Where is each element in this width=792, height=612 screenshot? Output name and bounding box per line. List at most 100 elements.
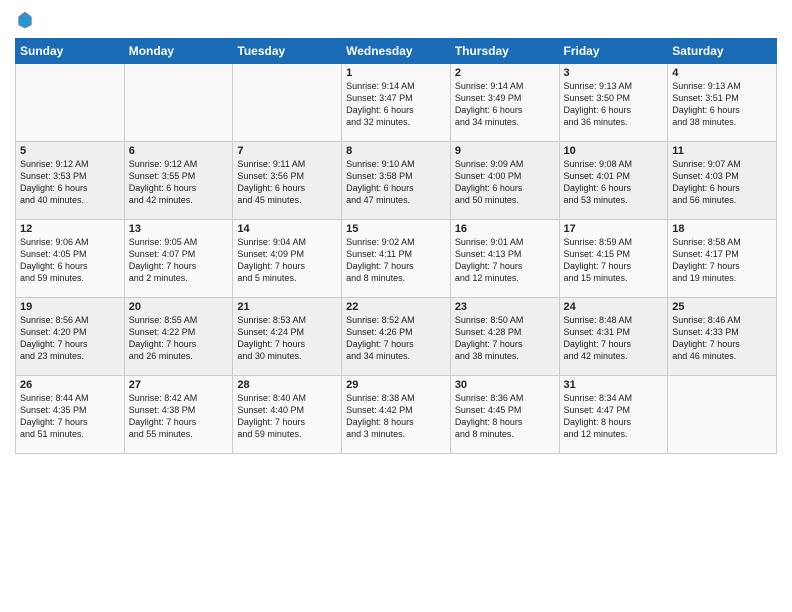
calendar-cell: 21Sunrise: 8:53 AM Sunset: 4:24 PM Dayli… [233, 298, 342, 376]
cell-content: Sunrise: 8:46 AM Sunset: 4:33 PM Dayligh… [672, 314, 772, 363]
calendar-cell: 3Sunrise: 9:13 AM Sunset: 3:50 PM Daylig… [559, 64, 668, 142]
day-header-saturday: Saturday [668, 39, 777, 64]
day-number: 18 [672, 223, 772, 235]
cell-content: Sunrise: 8:58 AM Sunset: 4:17 PM Dayligh… [672, 236, 772, 285]
calendar-cell: 15Sunrise: 9:02 AM Sunset: 4:11 PM Dayli… [342, 220, 451, 298]
day-header-tuesday: Tuesday [233, 39, 342, 64]
cell-content: Sunrise: 8:42 AM Sunset: 4:38 PM Dayligh… [129, 392, 229, 441]
calendar-cell: 13Sunrise: 9:05 AM Sunset: 4:07 PM Dayli… [124, 220, 233, 298]
day-number: 25 [672, 301, 772, 313]
day-number: 8 [346, 145, 446, 157]
day-header-thursday: Thursday [450, 39, 559, 64]
day-number: 30 [455, 379, 555, 391]
cell-content: Sunrise: 8:34 AM Sunset: 4:47 PM Dayligh… [564, 392, 664, 441]
cell-content: Sunrise: 9:01 AM Sunset: 4:13 PM Dayligh… [455, 236, 555, 285]
calendar-cell: 11Sunrise: 9:07 AM Sunset: 4:03 PM Dayli… [668, 142, 777, 220]
cell-content: Sunrise: 9:08 AM Sunset: 4:01 PM Dayligh… [564, 158, 664, 207]
day-number: 5 [20, 145, 120, 157]
cell-content: Sunrise: 8:44 AM Sunset: 4:35 PM Dayligh… [20, 392, 120, 441]
day-number: 24 [564, 301, 664, 313]
calendar-cell: 18Sunrise: 8:58 AM Sunset: 4:17 PM Dayli… [668, 220, 777, 298]
day-number: 9 [455, 145, 555, 157]
day-number: 12 [20, 223, 120, 235]
day-number: 17 [564, 223, 664, 235]
day-header-monday: Monday [124, 39, 233, 64]
day-number: 23 [455, 301, 555, 313]
logo [15, 10, 39, 30]
cell-content: Sunrise: 9:14 AM Sunset: 3:49 PM Dayligh… [455, 80, 555, 129]
day-number: 7 [237, 145, 337, 157]
cell-content: Sunrise: 9:05 AM Sunset: 4:07 PM Dayligh… [129, 236, 229, 285]
header-row: SundayMondayTuesdayWednesdayThursdayFrid… [16, 39, 777, 64]
header [15, 10, 777, 30]
cell-content: Sunrise: 8:56 AM Sunset: 4:20 PM Dayligh… [20, 314, 120, 363]
calendar-cell: 5Sunrise: 9:12 AM Sunset: 3:53 PM Daylig… [16, 142, 125, 220]
day-number: 22 [346, 301, 446, 313]
day-header-friday: Friday [559, 39, 668, 64]
cell-content: Sunrise: 9:13 AM Sunset: 3:50 PM Dayligh… [564, 80, 664, 129]
calendar-cell [16, 64, 125, 142]
calendar-cell: 30Sunrise: 8:36 AM Sunset: 4:45 PM Dayli… [450, 376, 559, 454]
calendar-cell: 9Sunrise: 9:09 AM Sunset: 4:00 PM Daylig… [450, 142, 559, 220]
cell-content: Sunrise: 8:55 AM Sunset: 4:22 PM Dayligh… [129, 314, 229, 363]
week-row-4: 19Sunrise: 8:56 AM Sunset: 4:20 PM Dayli… [16, 298, 777, 376]
calendar-cell: 28Sunrise: 8:40 AM Sunset: 4:40 PM Dayli… [233, 376, 342, 454]
calendar-cell: 27Sunrise: 8:42 AM Sunset: 4:38 PM Dayli… [124, 376, 233, 454]
cell-content: Sunrise: 9:14 AM Sunset: 3:47 PM Dayligh… [346, 80, 446, 129]
day-number: 31 [564, 379, 664, 391]
cell-content: Sunrise: 9:12 AM Sunset: 3:53 PM Dayligh… [20, 158, 120, 207]
cell-content: Sunrise: 8:40 AM Sunset: 4:40 PM Dayligh… [237, 392, 337, 441]
cell-content: Sunrise: 9:04 AM Sunset: 4:09 PM Dayligh… [237, 236, 337, 285]
day-number: 14 [237, 223, 337, 235]
cell-content: Sunrise: 8:59 AM Sunset: 4:15 PM Dayligh… [564, 236, 664, 285]
calendar-cell: 12Sunrise: 9:06 AM Sunset: 4:05 PM Dayli… [16, 220, 125, 298]
cell-content: Sunrise: 9:12 AM Sunset: 3:55 PM Dayligh… [129, 158, 229, 207]
calendar-cell: 4Sunrise: 9:13 AM Sunset: 3:51 PM Daylig… [668, 64, 777, 142]
calendar-cell: 25Sunrise: 8:46 AM Sunset: 4:33 PM Dayli… [668, 298, 777, 376]
day-number: 4 [672, 67, 772, 79]
day-number: 11 [672, 145, 772, 157]
day-number: 3 [564, 67, 664, 79]
day-number: 1 [346, 67, 446, 79]
calendar-cell [124, 64, 233, 142]
cell-content: Sunrise: 8:53 AM Sunset: 4:24 PM Dayligh… [237, 314, 337, 363]
day-number: 2 [455, 67, 555, 79]
calendar-cell: 26Sunrise: 8:44 AM Sunset: 4:35 PM Dayli… [16, 376, 125, 454]
cell-content: Sunrise: 8:38 AM Sunset: 4:42 PM Dayligh… [346, 392, 446, 441]
day-number: 29 [346, 379, 446, 391]
day-header-sunday: Sunday [16, 39, 125, 64]
day-number: 16 [455, 223, 555, 235]
calendar-cell: 8Sunrise: 9:10 AM Sunset: 3:58 PM Daylig… [342, 142, 451, 220]
calendar-container: SundayMondayTuesdayWednesdayThursdayFrid… [0, 0, 792, 464]
day-header-wednesday: Wednesday [342, 39, 451, 64]
cell-content: Sunrise: 9:07 AM Sunset: 4:03 PM Dayligh… [672, 158, 772, 207]
day-number: 28 [237, 379, 337, 391]
cell-content: Sunrise: 8:48 AM Sunset: 4:31 PM Dayligh… [564, 314, 664, 363]
week-row-1: 1Sunrise: 9:14 AM Sunset: 3:47 PM Daylig… [16, 64, 777, 142]
logo-icon [15, 10, 35, 30]
day-number: 10 [564, 145, 664, 157]
day-number: 21 [237, 301, 337, 313]
day-number: 19 [20, 301, 120, 313]
calendar-cell: 16Sunrise: 9:01 AM Sunset: 4:13 PM Dayli… [450, 220, 559, 298]
cell-content: Sunrise: 8:36 AM Sunset: 4:45 PM Dayligh… [455, 392, 555, 441]
day-number: 26 [20, 379, 120, 391]
calendar-cell [668, 376, 777, 454]
calendar-cell: 19Sunrise: 8:56 AM Sunset: 4:20 PM Dayli… [16, 298, 125, 376]
day-number: 6 [129, 145, 229, 157]
calendar-cell: 1Sunrise: 9:14 AM Sunset: 3:47 PM Daylig… [342, 64, 451, 142]
cell-content: Sunrise: 9:09 AM Sunset: 4:00 PM Dayligh… [455, 158, 555, 207]
day-number: 15 [346, 223, 446, 235]
week-row-3: 12Sunrise: 9:06 AM Sunset: 4:05 PM Dayli… [16, 220, 777, 298]
calendar-cell [233, 64, 342, 142]
calendar-cell: 14Sunrise: 9:04 AM Sunset: 4:09 PM Dayli… [233, 220, 342, 298]
calendar-cell: 10Sunrise: 9:08 AM Sunset: 4:01 PM Dayli… [559, 142, 668, 220]
week-row-2: 5Sunrise: 9:12 AM Sunset: 3:53 PM Daylig… [16, 142, 777, 220]
cell-content: Sunrise: 9:06 AM Sunset: 4:05 PM Dayligh… [20, 236, 120, 285]
calendar-cell: 24Sunrise: 8:48 AM Sunset: 4:31 PM Dayli… [559, 298, 668, 376]
calendar-cell: 20Sunrise: 8:55 AM Sunset: 4:22 PM Dayli… [124, 298, 233, 376]
day-number: 13 [129, 223, 229, 235]
week-row-5: 26Sunrise: 8:44 AM Sunset: 4:35 PM Dayli… [16, 376, 777, 454]
calendar-cell: 22Sunrise: 8:52 AM Sunset: 4:26 PM Dayli… [342, 298, 451, 376]
calendar-cell: 6Sunrise: 9:12 AM Sunset: 3:55 PM Daylig… [124, 142, 233, 220]
